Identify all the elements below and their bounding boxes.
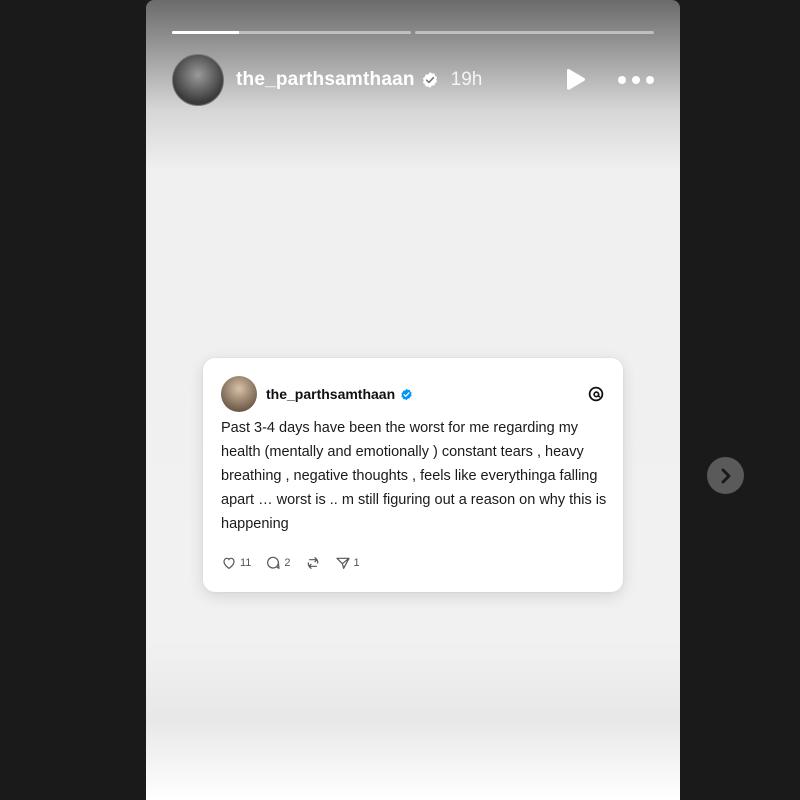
avatar[interactable]: [172, 54, 224, 106]
progress-fill: [172, 31, 239, 34]
verified-badge-icon: [422, 72, 437, 88]
story-username[interactable]: the_parthsamthaan: [236, 69, 415, 91]
chevron-right-icon: [721, 468, 730, 483]
more-dot-icon: [646, 76, 654, 84]
like-action[interactable]: 11: [221, 555, 251, 571]
post-text: Past 3-4 days have been the worst for me…: [221, 420, 607, 532]
verified-badge-icon: [401, 388, 412, 400]
repost-action[interactable]: [305, 555, 321, 571]
story-viewer: the_parthsamthaan 19h the_parthsamthaan: [146, 0, 680, 800]
post-header: the_parthsamthaan: [221, 375, 605, 413]
threads-post-card[interactable]: the_parthsamthaan Past 3-4 days have bee…: [203, 358, 623, 592]
share-action[interactable]: 1: [335, 555, 360, 571]
play-button[interactable]: [562, 67, 588, 93]
next-story-button[interactable]: [707, 457, 744, 494]
story-timestamp: 19h: [450, 69, 483, 90]
post-username: the_parthsamthaan: [266, 386, 396, 402]
send-icon: [335, 557, 350, 569]
more-options-button[interactable]: [618, 67, 654, 93]
share-count: 1: [353, 557, 360, 569]
more-dot-icon: [618, 76, 626, 84]
like-count: 11: [240, 557, 252, 569]
reply-count: 2: [284, 557, 291, 569]
heart-icon: [223, 557, 235, 570]
post-actions: 11 2 1: [221, 555, 360, 571]
play-icon: [567, 68, 586, 90]
more-dot-icon: [632, 76, 640, 84]
reply-action[interactable]: 2: [265, 555, 291, 571]
post-avatar: [221, 376, 257, 412]
threads-logo-icon: [588, 386, 604, 402]
story-header: the_parthsamthaan 19h: [172, 54, 654, 106]
comment-icon: [267, 556, 281, 569]
progress-segment: [172, 31, 411, 34]
progress-segment: [415, 31, 654, 34]
story-progress-bar: [172, 31, 654, 34]
repost-icon: [307, 557, 318, 569]
